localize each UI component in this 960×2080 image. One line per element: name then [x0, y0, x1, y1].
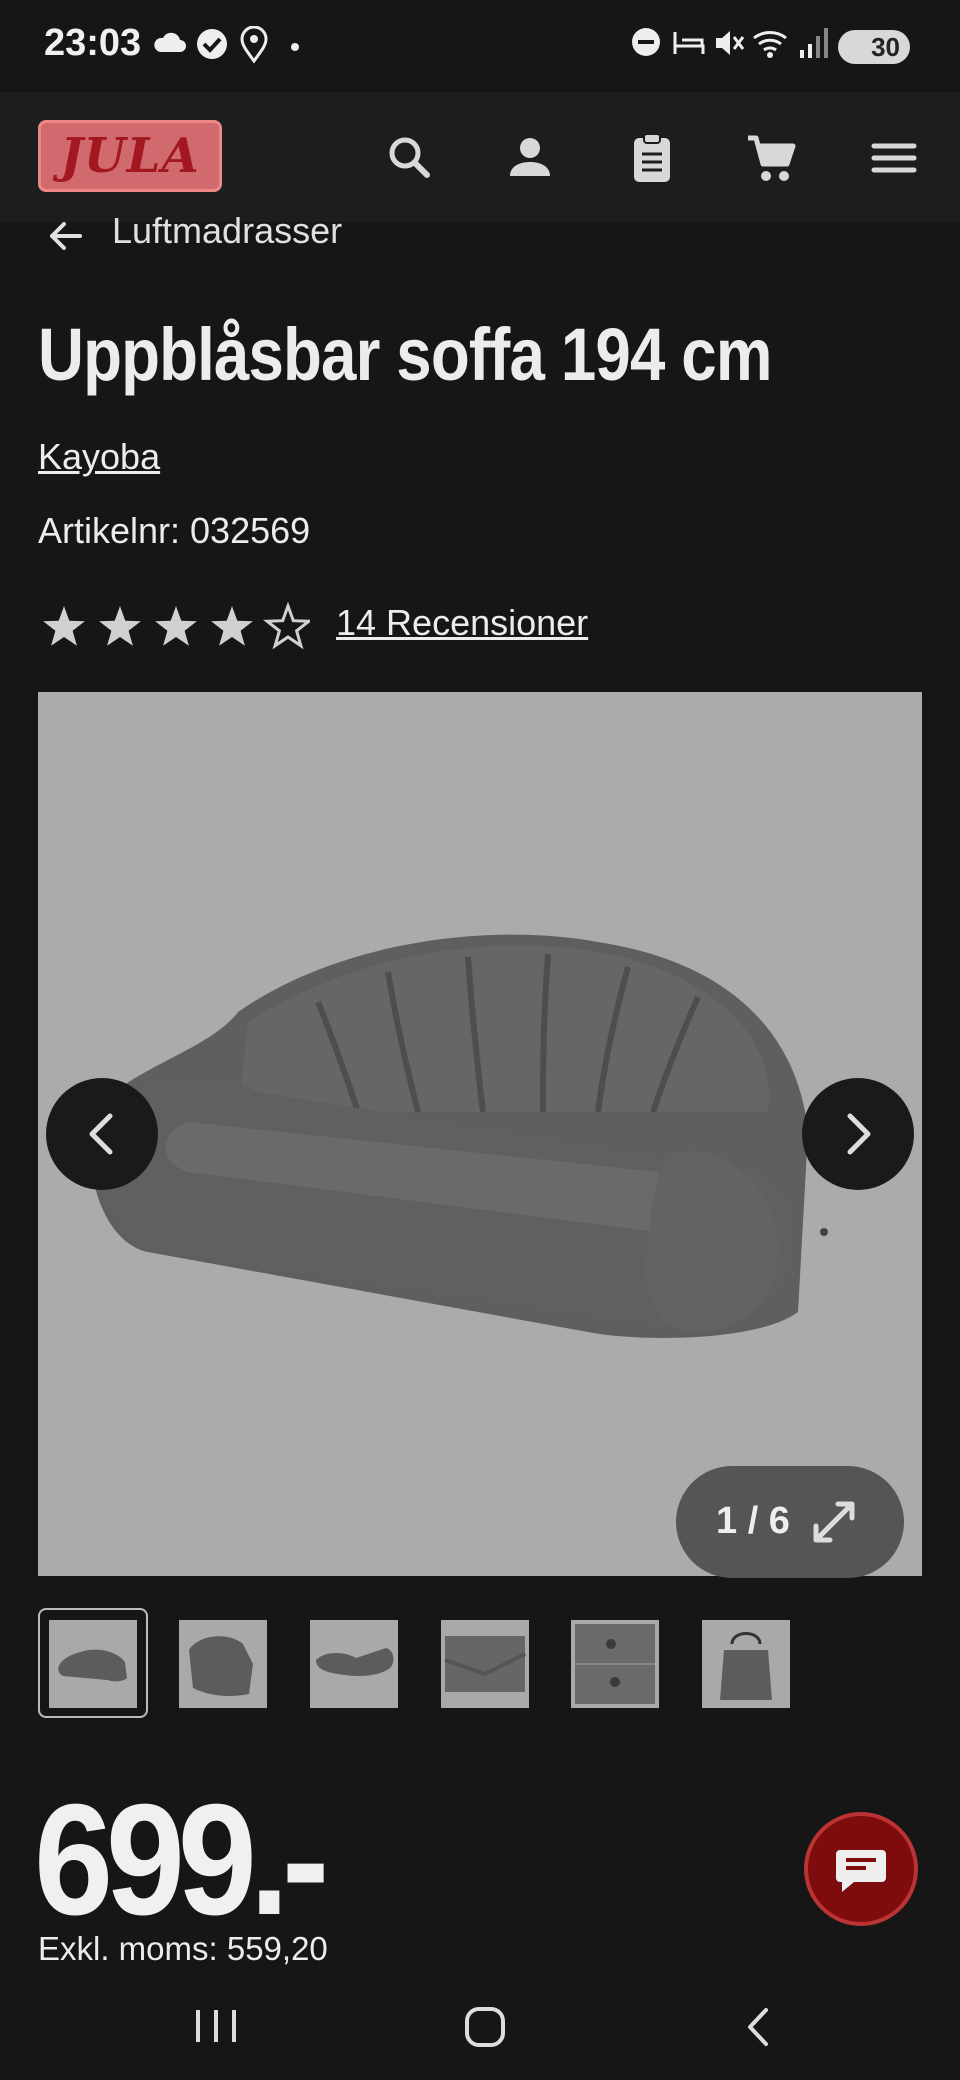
star-filled-icon	[99, 606, 141, 646]
star-filled-icon	[155, 606, 197, 646]
back-nav-icon[interactable]	[740, 2004, 774, 2050]
thumbnail-valve-icon	[575, 1624, 655, 1704]
star-filled-icon	[43, 606, 85, 646]
image-counter-label: 1 / 6	[716, 1500, 790, 1542]
thumbnail-6[interactable]	[702, 1620, 790, 1708]
star-empty-icon	[262, 602, 310, 650]
thumbnail-4[interactable]	[441, 1620, 529, 1708]
mute-icon	[716, 31, 745, 55]
article-number: Artikelnr: 032569	[38, 510, 311, 551]
reviews-link[interactable]: 14 Recensioner	[336, 602, 588, 644]
thumbnail-3[interactable]	[310, 1620, 398, 1708]
home-icon[interactable]	[462, 2004, 508, 2050]
status-time: 23:03	[44, 22, 142, 64]
sleep-icon	[673, 32, 705, 54]
check-circle-icon	[197, 29, 227, 59]
battery-indicator: 30	[838, 30, 910, 64]
breadcrumb-link[interactable]: Luftmadrasser	[112, 210, 342, 252]
account-icon[interactable]	[500, 128, 560, 188]
thumbnail-2[interactable]	[179, 1620, 267, 1708]
product-image[interactable]	[38, 692, 922, 1576]
product-title: Uppblåsbar soffa 194 cm	[38, 313, 772, 396]
dnd-icon	[632, 28, 660, 56]
jula-logo[interactable]: JULA	[38, 120, 222, 192]
chat-button[interactable]	[804, 1812, 918, 1926]
price: 699.-	[34, 1772, 329, 1948]
gallery-prev-button[interactable]	[46, 1078, 158, 1190]
thumbnail-sofa-icon	[58, 1649, 127, 1682]
thumbnail-seated-icon	[189, 1636, 253, 1696]
menu-icon[interactable]	[864, 128, 924, 188]
dot-icon	[291, 43, 299, 51]
clipboard-icon[interactable]	[622, 128, 682, 188]
cart-icon[interactable]	[742, 128, 802, 188]
thumbnail-5[interactable]	[571, 1620, 659, 1708]
thumbnail-bag-icon	[720, 1632, 772, 1700]
location-icon	[240, 26, 268, 64]
brand-link[interactable]: Kayoba	[38, 436, 160, 478]
wifi-icon	[753, 31, 787, 58]
thumbnail-1[interactable]	[49, 1620, 137, 1708]
sofa-image	[90, 934, 828, 1338]
image-counter[interactable]: 1 / 6	[676, 1466, 904, 1578]
price-excl-vat: Exkl. moms: 559,20	[38, 1930, 328, 1967]
search-icon[interactable]	[380, 128, 440, 188]
expand-icon	[813, 1501, 855, 1543]
chevron-left-icon	[89, 1113, 113, 1155]
thumbnail-detail-icon	[444, 1636, 526, 1692]
cloud-icon	[154, 32, 186, 52]
gallery-next-button[interactable]	[802, 1078, 914, 1190]
chevron-right-icon	[847, 1113, 871, 1155]
back-arrow-icon[interactable]	[44, 215, 86, 257]
rating-stars	[43, 602, 310, 650]
signal-icon	[800, 28, 828, 58]
recent-apps-icon[interactable]	[190, 2006, 242, 2046]
thumbnail-side-icon	[316, 1648, 394, 1676]
star-filled-icon	[211, 606, 253, 646]
chat-icon	[836, 1850, 886, 1892]
